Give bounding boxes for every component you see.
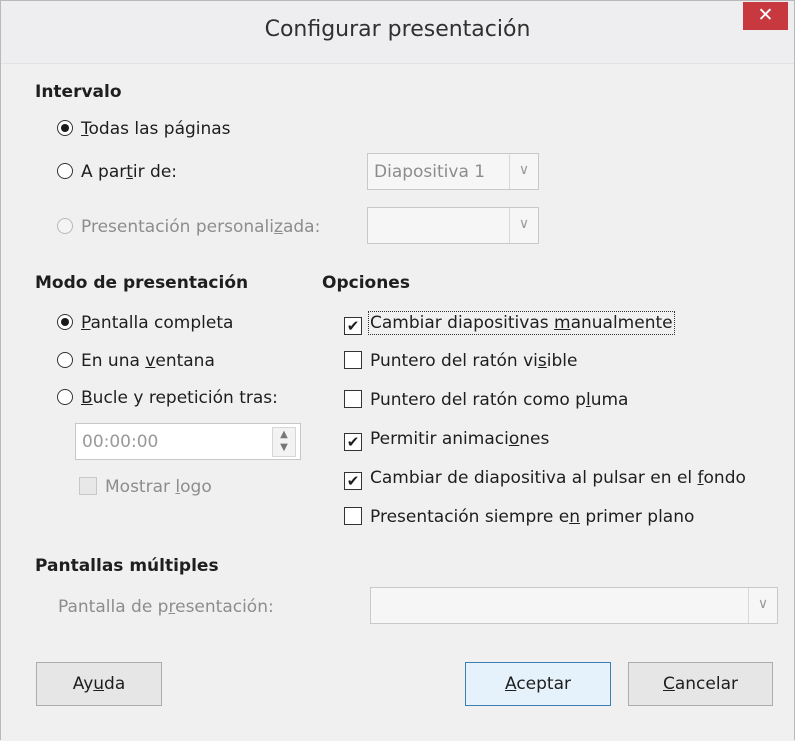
mostrar-logo-label: Mostrar logo [105, 477, 212, 497]
option-label: Cambiar diapositivas manualmente [368, 311, 675, 335]
close-button[interactable]: ✕ [743, 2, 788, 30]
title-bar: Configurar presentación ✕ [1, 1, 794, 64]
intervalo-heading: Intervalo [35, 82, 122, 102]
modo-heading: Modo de presentación [35, 273, 249, 293]
option-cambiar-al-pulsar[interactable]: ✔ Cambiar de diapositiva al pulsar en el … [344, 468, 746, 490]
radio-button[interactable] [57, 352, 73, 368]
radio-button[interactable] [57, 163, 73, 179]
slide-start-value: Diapositiva 1 [374, 162, 486, 182]
pantalla-presentacion-label: Pantalla de presentación: [58, 597, 274, 617]
chevron-down-icon: ∨ [509, 154, 538, 189]
checkbox[interactable]: ✔ [344, 433, 362, 451]
help-button[interactable]: Ayuda [36, 662, 162, 706]
option-permitir-animaciones[interactable]: ✔ Permitir animaciones [344, 429, 549, 451]
option-puntero-pluma[interactable]: Puntero del ratón como pluma [344, 390, 628, 410]
option-puntero-visible[interactable]: Puntero del ratón visible [344, 351, 577, 371]
slide-start-dropdown[interactable]: Diapositiva 1 ∨ [367, 153, 539, 190]
checkbox[interactable] [344, 507, 362, 525]
option-label: Puntero del ratón como pluma [370, 390, 629, 410]
radio-presentacion-personalizada[interactable]: Presentación personalizada: [57, 217, 320, 237]
option-primer-plano[interactable]: Presentación siempre en primer plano [344, 507, 694, 527]
radio-pantalla-completa[interactable]: Pantalla completa [57, 313, 233, 333]
personalizada-label: Presentación personalizada: [81, 217, 321, 237]
dialog-content: Intervalo Todas las páginas A partir de:… [1, 64, 794, 741]
radio-a-partir-de[interactable]: A partir de: [57, 162, 177, 182]
close-icon: ✕ [757, 4, 774, 26]
ventana-label: En una ventana [81, 351, 215, 371]
option-label: Puntero del ratón visible [370, 351, 578, 371]
radio-button[interactable] [57, 389, 73, 405]
checkbox[interactable] [344, 390, 362, 408]
checkbox[interactable] [344, 351, 362, 369]
checkbox-mostrar-logo[interactable]: Mostrar logo [79, 477, 212, 497]
presentation-display-dropdown[interactable]: ∨ [370, 587, 778, 624]
checkbox[interactable] [79, 477, 97, 495]
radio-bucle[interactable]: Bucle y repetición tras: [57, 388, 278, 408]
dialog-window: Configurar presentación ✕ Intervalo Toda… [0, 0, 795, 741]
accept-button[interactable]: Aceptar [465, 662, 611, 706]
radio-button[interactable] [57, 218, 73, 234]
radio-button[interactable] [57, 120, 73, 136]
bucle-label: Bucle y repetición tras: [81, 388, 278, 408]
opciones-heading: Opciones [322, 273, 410, 293]
multiples-heading: Pantallas múltiples [35, 556, 219, 576]
option-cambiar-manualmente[interactable]: ✔ Cambiar diapositivas manualmente [344, 311, 675, 335]
a-partir-label: A partir de: [81, 162, 177, 182]
spin-arrows-icon[interactable]: ▲ ▼ [272, 427, 296, 457]
todas-label: Todas las páginas [81, 119, 231, 139]
option-label: Cambiar de diapositiva al pulsar en el f… [370, 468, 746, 488]
pause-duration-field[interactable]: 00:00:00 ▲ ▼ [75, 423, 301, 460]
chevron-down-icon: ∨ [748, 588, 777, 623]
radio-en-una-ventana[interactable]: En una ventana [57, 351, 215, 371]
radio-todas-las-paginas[interactable]: Todas las páginas [57, 119, 231, 139]
chevron-down-icon: ∨ [509, 208, 538, 243]
option-label: Permitir animaciones [370, 429, 550, 449]
pantalla-completa-label: Pantalla completa [81, 313, 234, 333]
pause-duration-value: 00:00:00 [82, 432, 159, 452]
checkbox[interactable]: ✔ [344, 317, 362, 335]
cancel-button[interactable]: Cancelar [628, 662, 773, 706]
checkbox[interactable]: ✔ [344, 472, 362, 490]
option-label: Presentación siempre en primer plano [370, 507, 695, 527]
radio-button[interactable] [57, 314, 73, 330]
window-title: Configurar presentación [264, 17, 531, 42]
custom-show-dropdown[interactable]: ∨ [367, 207, 539, 244]
